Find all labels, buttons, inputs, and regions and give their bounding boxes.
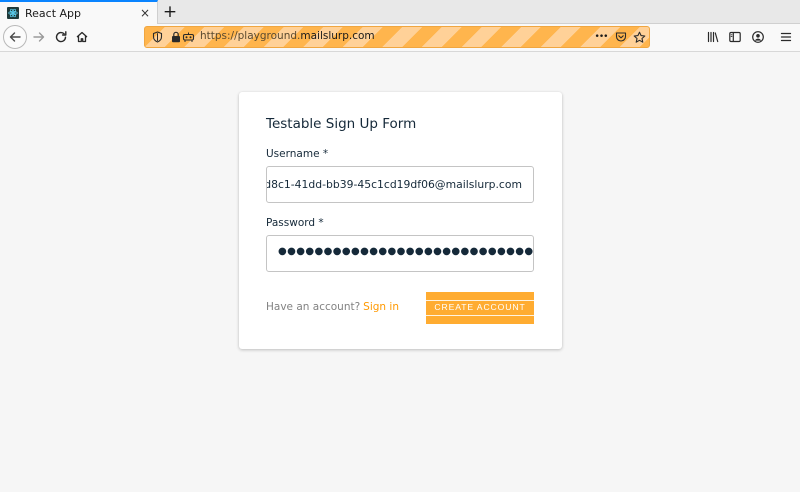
bookmark-star-icon[interactable] — [631, 30, 647, 44]
navigation-toolbar: https://playground.mailslurp.com ••• — [0, 24, 800, 52]
sign-in-link[interactable]: Sign in — [363, 301, 399, 313]
sign-up-card: Testable Sign Up Form Username * 0-d8c1-… — [239, 92, 562, 349]
password-label: Password * — [266, 217, 324, 229]
tab-title: React App — [25, 6, 82, 20]
tracking-shield-icon[interactable] — [150, 30, 164, 44]
username-label: Username * — [266, 148, 329, 160]
new-tab-button[interactable]: + — [161, 2, 179, 22]
home-button[interactable] — [72, 27, 92, 47]
reload-button[interactable] — [51, 27, 71, 47]
page-actions-icon[interactable]: ••• — [593, 30, 609, 44]
url-prefix: https://playground. — [200, 30, 301, 42]
url-text[interactable]: https://playground.mailslurp.com — [200, 30, 375, 42]
react-favicon-icon — [7, 7, 19, 19]
password-input[interactable]: ●●●●●●●●●●●●●●●●●●●●●●●●●●●●●● — [266, 235, 534, 272]
reload-icon — [55, 31, 67, 43]
url-domain: mailslurp.com — [300, 30, 375, 42]
library-icon[interactable] — [704, 28, 722, 46]
password-value: ●●●●●●●●●●●●●●●●●●●●●●●●●●●●●● — [278, 246, 534, 257]
back-button[interactable] — [3, 25, 27, 49]
have-account-row: Have an account? Sign in — [266, 301, 399, 313]
url-bar[interactable]: https://playground.mailslurp.com ••• — [144, 26, 650, 48]
create-account-button[interactable]: CREATE ACCOUNT — [426, 292, 534, 324]
account-icon[interactable] — [749, 28, 767, 46]
username-value: 0-d8c1-41dd-bb39-45c1cd19df06@mailslurp.… — [266, 178, 522, 191]
create-account-label: CREATE ACCOUNT — [434, 302, 526, 312]
have-account-text: Have an account? — [266, 301, 361, 313]
tab-bar: React App × + — [0, 0, 800, 24]
sidebar-icon[interactable] — [726, 28, 744, 46]
form-title: Testable Sign Up Form — [266, 116, 417, 132]
tab-react-app[interactable]: React App × — [0, 0, 158, 24]
back-arrow-icon — [9, 32, 21, 42]
forward-button[interactable] — [29, 27, 49, 47]
pocket-icon[interactable] — [613, 30, 629, 44]
menu-icon[interactable] — [777, 28, 795, 46]
remote-control-icon[interactable] — [181, 30, 195, 44]
home-icon — [76, 31, 88, 43]
username-input[interactable]: 0-d8c1-41dd-bb39-45c1cd19df06@mailslurp.… — [266, 166, 534, 203]
tab-close-icon[interactable]: × — [137, 5, 153, 21]
forward-arrow-icon — [33, 32, 45, 42]
